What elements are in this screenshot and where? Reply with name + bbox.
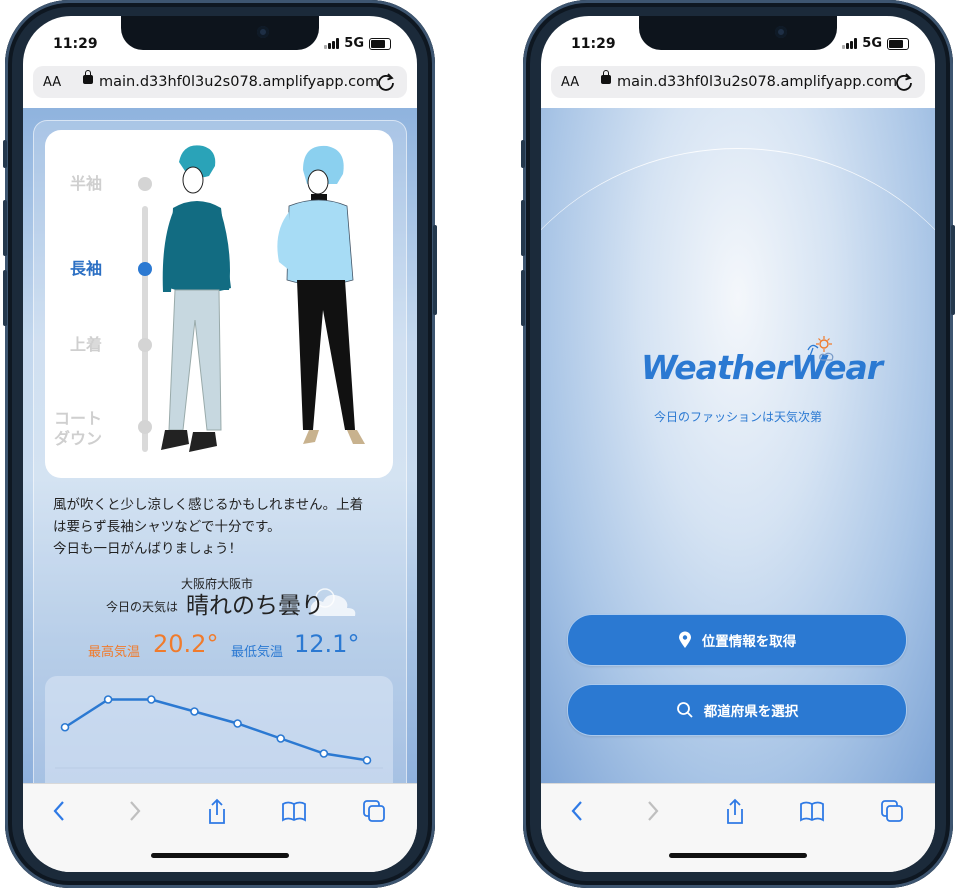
temperature-point — [362, 755, 372, 765]
search-icon — [676, 702, 693, 718]
camera — [775, 26, 787, 38]
browser-toolbar — [541, 783, 935, 872]
status-time: 11:29 — [571, 36, 616, 52]
back-icon[interactable] — [567, 798, 587, 824]
volume-down-button — [521, 270, 525, 326]
clothing-slider-track[interactable] — [142, 206, 148, 452]
lock-icon — [601, 70, 611, 84]
tabs-icon[interactable] — [879, 798, 905, 824]
url-text[interactable]: main.d33hf0l3u2s078.amplifyapp.com — [617, 74, 897, 90]
temperature-point — [190, 707, 199, 716]
temperature-point — [233, 719, 242, 728]
tagline: 今日のファッションは天気次第 — [653, 410, 822, 424]
reload-icon[interactable] — [375, 71, 397, 93]
text-size-button[interactable]: AA — [561, 75, 579, 90]
min-temp-label: 最低気温 — [231, 645, 284, 660]
page-content: WeatherWear 今日のファッションは天気次第 位置情報を取得 都道府県を… — [541, 108, 935, 783]
slider-dot-coat[interactable] — [138, 420, 152, 434]
power-button — [951, 225, 955, 315]
weather-logo-icon — [807, 336, 834, 361]
volume-down-button — [3, 270, 7, 326]
min-temp-value: 12.1° — [294, 630, 360, 658]
address-bar[interactable]: AA main.d33hf0l3u2s078.amplifyapp.com — [33, 66, 407, 98]
slider-dot-short-sleeve[interactable] — [138, 177, 152, 191]
temperature-point — [146, 695, 156, 704]
slider-label-long-sleeve[interactable]: 長袖 — [70, 259, 102, 279]
bookmarks-icon[interactable] — [280, 798, 308, 824]
slider-label-jacket[interactable]: 上着 — [70, 335, 102, 355]
address-bar[interactable]: AA main.d33hf0l3u2s078.amplifyapp.com — [551, 66, 925, 98]
get-location-label: 位置情報を取得 — [701, 634, 797, 650]
forward-icon[interactable] — [643, 798, 663, 824]
battery-icon — [369, 37, 391, 50]
share-icon[interactable] — [723, 798, 747, 826]
home-indicator[interactable] — [669, 853, 807, 858]
decorative-arc — [541, 148, 935, 649]
advice-line: は要らず長袖シャツなどで十分です。 — [53, 519, 281, 535]
advice-line: 風が吹くと少し涼しく感じるかもしれません。上着 — [53, 497, 364, 513]
home-indicator[interactable] — [151, 853, 289, 858]
slider-label-short-sleeve[interactable]: 半袖 — [70, 174, 102, 194]
notch — [639, 16, 837, 50]
fashion-illustration — [161, 145, 365, 452]
forward-icon[interactable] — [125, 798, 145, 824]
temperature-point — [319, 749, 329, 758]
temperature-chart-svg — [55, 695, 383, 769]
reload-icon[interactable] — [893, 71, 915, 93]
phone-right: 11:29 5G AA main.d33hf0l3u2s078.amplifya… — [521, 0, 955, 888]
max-temp-value: 20.2° — [153, 630, 219, 658]
temperature-point — [276, 734, 286, 743]
battery-icon — [887, 37, 909, 50]
signal-icon — [842, 38, 858, 49]
temperature-point — [103, 695, 113, 704]
share-icon[interactable] — [205, 798, 229, 826]
slider-dot-long-sleeve[interactable] — [138, 262, 152, 276]
screen-right: 11:29 5G AA main.d33hf0l3u2s078.amplifya… — [541, 16, 935, 872]
status-indicators: 5G — [842, 36, 909, 51]
url-text[interactable]: main.d33hf0l3u2s078.amplifyapp.com — [99, 74, 379, 90]
bookmarks-icon[interactable] — [798, 798, 826, 824]
temperature-point — [60, 722, 70, 732]
weather-label: 今日の天気は — [106, 600, 179, 614]
power-button — [433, 225, 437, 315]
app-logo: WeatherWear — [641, 348, 883, 387]
phone-left: 11:29 5G AA main.d33hf0l3u2s078.amplifya… — [3, 0, 437, 888]
text-size-button[interactable]: AA — [43, 75, 61, 90]
page-content: 半袖 長袖 上着 コート ダウン 風が吹くと少し涼しく感じるかもしれません。上着… — [23, 108, 417, 783]
notch — [121, 16, 319, 50]
temperature-chart — [45, 676, 393, 783]
lock-icon — [83, 70, 93, 84]
outfit-card: 半袖 長袖 上着 コート ダウン — [45, 130, 393, 478]
volume-up-button — [3, 200, 7, 256]
weather-value: 晴れのち曇り — [186, 593, 324, 619]
advice-line: 今日も一日がんばりましょう！ — [53, 541, 242, 557]
volume-up-button — [521, 200, 525, 256]
get-location-button[interactable]: 位置情報を取得 — [567, 614, 907, 666]
status-time: 11:29 — [53, 36, 98, 52]
network-label: 5G — [862, 36, 882, 51]
mute-switch — [521, 140, 525, 168]
screen-left: 11:29 5G AA main.d33hf0l3u2s078.amplifya… — [23, 16, 417, 872]
back-icon[interactable] — [49, 798, 69, 824]
select-prefecture-label: 都道府県を選択 — [703, 704, 799, 720]
mute-switch — [3, 140, 7, 168]
select-prefecture-button[interactable]: 都道府県を選択 — [567, 684, 907, 736]
signal-icon — [324, 38, 340, 49]
slider-label-coat[interactable]: コート ダウン — [54, 409, 102, 449]
browser-toolbar — [23, 783, 417, 872]
tabs-icon[interactable] — [361, 798, 387, 824]
location-pin-icon — [678, 631, 691, 648]
status-indicators: 5G — [324, 36, 391, 51]
max-temp-label: 最高気温 — [88, 645, 141, 660]
camera — [257, 26, 269, 38]
slider-dot-jacket[interactable] — [138, 338, 152, 352]
advice-text: 風が吹くと少し涼しく感じるかもしれません。上着 は要らず長袖シャツなどで十分です… — [53, 494, 393, 560]
network-label: 5G — [344, 36, 364, 51]
